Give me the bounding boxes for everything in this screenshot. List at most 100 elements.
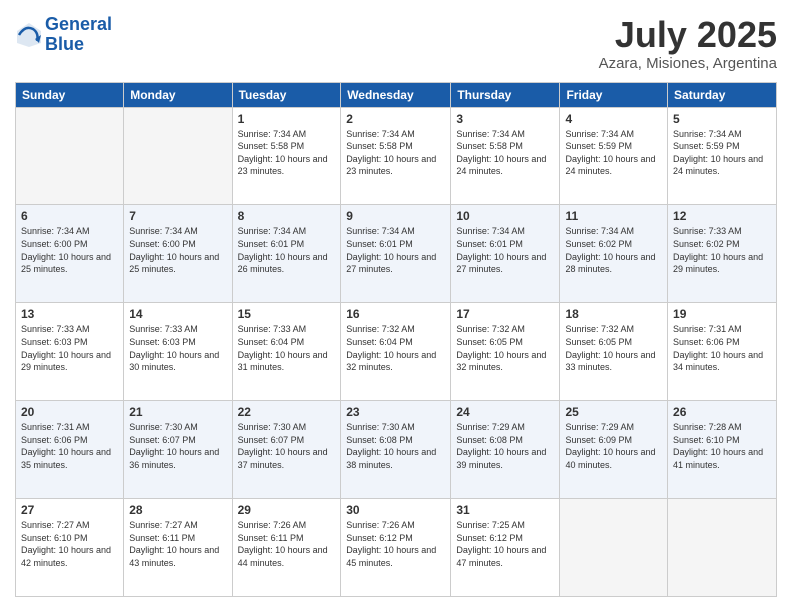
day-number: 12 (673, 209, 771, 223)
calendar-day-cell: 6 Sunrise: 7:34 AM Sunset: 6:00 PM Daylig… (16, 205, 124, 303)
calendar-day-cell: 28 Sunrise: 7:27 AM Sunset: 6:11 PM Dayli… (124, 499, 232, 597)
calendar-day-cell: 23 Sunrise: 7:30 AM Sunset: 6:08 PM Dayli… (341, 401, 451, 499)
day-info: Sunrise: 7:34 AM Sunset: 6:01 PM Dayligh… (238, 225, 336, 275)
calendar-day-cell: 14 Sunrise: 7:33 AM Sunset: 6:03 PM Dayli… (124, 303, 232, 401)
day-number: 4 (565, 112, 662, 126)
calendar-day-cell: 9 Sunrise: 7:34 AM Sunset: 6:01 PM Daylig… (341, 205, 451, 303)
calendar-day-cell: 1 Sunrise: 7:34 AM Sunset: 5:58 PM Daylig… (232, 107, 341, 205)
day-number: 10 (456, 209, 554, 223)
calendar-week-row: 20 Sunrise: 7:31 AM Sunset: 6:06 PM Dayli… (16, 401, 777, 499)
day-number: 3 (456, 112, 554, 126)
calendar-day-cell: 4 Sunrise: 7:34 AM Sunset: 5:59 PM Daylig… (560, 107, 668, 205)
day-info: Sunrise: 7:34 AM Sunset: 6:00 PM Dayligh… (129, 225, 226, 275)
day-info: Sunrise: 7:32 AM Sunset: 6:04 PM Dayligh… (346, 323, 445, 373)
calendar-day-cell: 25Sunrise: 7:29 AM Sunset: 6:09 PM Dayli… (560, 401, 668, 499)
day-number: 18 (565, 307, 662, 321)
day-number: 15 (238, 307, 336, 321)
logo-line1: General (45, 14, 112, 34)
day-info: Sunrise: 7:34 AM Sunset: 5:58 PM Dayligh… (346, 128, 445, 178)
main-title: July 2025 (599, 15, 777, 55)
day-info: Sunrise: 7:27 AM Sunset: 6:11 PM Dayligh… (129, 519, 226, 569)
day-number: 6 (21, 209, 118, 223)
calendar-day-cell: 8 Sunrise: 7:34 AM Sunset: 6:01 PM Daylig… (232, 205, 341, 303)
calendar-day-header: Sunday (16, 82, 124, 107)
day-info: Sunrise: 7:34 AM Sunset: 5:58 PM Dayligh… (456, 128, 554, 178)
day-number: 2 (346, 112, 445, 126)
calendar-day-cell (124, 107, 232, 205)
day-info: Sunrise: 7:33 AM Sunset: 6:03 PM Dayligh… (129, 323, 226, 373)
day-info: Sunrise: 7:26 AM Sunset: 6:12 PM Dayligh… (346, 519, 445, 569)
day-number: 13 (21, 307, 118, 321)
calendar-day-header: Wednesday (341, 82, 451, 107)
day-info: Sunrise: 7:25 AM Sunset: 6:12 PM Dayligh… (456, 519, 554, 569)
calendar-day-cell: 30Sunrise: 7:26 AM Sunset: 6:12 PM Dayli… (341, 499, 451, 597)
day-info: Sunrise: 7:34 AM Sunset: 6:02 PM Dayligh… (565, 225, 662, 275)
day-number: 20 (21, 405, 118, 419)
calendar-day-cell: 26Sunrise: 7:28 AM Sunset: 6:10 PM Dayli… (668, 401, 777, 499)
day-number: 19 (673, 307, 771, 321)
calendar-day-cell: 31Sunrise: 7:25 AM Sunset: 6:12 PM Dayli… (451, 499, 560, 597)
day-info: Sunrise: 7:26 AM Sunset: 6:11 PM Dayligh… (238, 519, 336, 569)
calendar-day-header: Saturday (668, 82, 777, 107)
day-info: Sunrise: 7:33 AM Sunset: 6:02 PM Dayligh… (673, 225, 771, 275)
day-number: 9 (346, 209, 445, 223)
page: General Blue July 2025 Azara, Misiones, … (0, 0, 792, 612)
calendar-day-cell: 5 Sunrise: 7:34 AM Sunset: 5:59 PM Daylig… (668, 107, 777, 205)
day-number: 11 (565, 209, 662, 223)
calendar-day-cell: 16Sunrise: 7:32 AM Sunset: 6:04 PM Dayli… (341, 303, 451, 401)
calendar-day-cell: 11 Sunrise: 7:34 AM Sunset: 6:02 PM Dayli… (560, 205, 668, 303)
day-info: Sunrise: 7:28 AM Sunset: 6:10 PM Dayligh… (673, 421, 771, 471)
day-number: 17 (456, 307, 554, 321)
day-info: Sunrise: 7:34 AM Sunset: 5:59 PM Dayligh… (673, 128, 771, 178)
day-info: Sunrise: 7:31 AM Sunset: 6:06 PM Dayligh… (673, 323, 771, 373)
calendar-day-header: Friday (560, 82, 668, 107)
day-info: Sunrise: 7:34 AM Sunset: 6:00 PM Dayligh… (21, 225, 118, 275)
day-info: Sunrise: 7:34 AM Sunset: 6:01 PM Dayligh… (346, 225, 445, 275)
day-info: Sunrise: 7:31 AM Sunset: 6:06 PM Dayligh… (21, 421, 118, 471)
calendar-week-row: 13 Sunrise: 7:33 AM Sunset: 6:03 PM Dayli… (16, 303, 777, 401)
calendar-header-row: SundayMondayTuesdayWednesdayThursdayFrid… (16, 82, 777, 107)
day-info: Sunrise: 7:32 AM Sunset: 6:05 PM Dayligh… (456, 323, 554, 373)
day-info: Sunrise: 7:33 AM Sunset: 6:04 PM Dayligh… (238, 323, 336, 373)
header: General Blue July 2025 Azara, Misiones, … (15, 15, 777, 72)
calendar-day-cell: 22Sunrise: 7:30 AM Sunset: 6:07 PM Dayli… (232, 401, 341, 499)
day-info: Sunrise: 7:34 AM Sunset: 5:58 PM Dayligh… (238, 128, 336, 178)
calendar-day-header: Monday (124, 82, 232, 107)
day-number: 28 (129, 503, 226, 517)
day-number: 25 (565, 405, 662, 419)
day-info: Sunrise: 7:34 AM Sunset: 5:59 PM Dayligh… (565, 128, 662, 178)
logo-text: General Blue (45, 15, 112, 55)
calendar-day-cell: 29 Sunrise: 7:26 AM Sunset: 6:11 PM Dayli… (232, 499, 341, 597)
day-number: 22 (238, 405, 336, 419)
calendar-week-row: 1 Sunrise: 7:34 AM Sunset: 5:58 PM Daylig… (16, 107, 777, 205)
subtitle: Azara, Misiones, Argentina (599, 55, 777, 72)
calendar-day-cell: 17 Sunrise: 7:32 AM Sunset: 6:05 PM Dayli… (451, 303, 560, 401)
calendar-day-cell: 24Sunrise: 7:29 AM Sunset: 6:08 PM Dayli… (451, 401, 560, 499)
calendar-day-cell: 18 Sunrise: 7:32 AM Sunset: 6:05 PM Dayli… (560, 303, 668, 401)
day-info: Sunrise: 7:33 AM Sunset: 6:03 PM Dayligh… (21, 323, 118, 373)
day-number: 14 (129, 307, 226, 321)
day-number: 23 (346, 405, 445, 419)
day-info: Sunrise: 7:30 AM Sunset: 6:07 PM Dayligh… (129, 421, 226, 471)
day-number: 27 (21, 503, 118, 517)
calendar-day-cell: 10Sunrise: 7:34 AM Sunset: 6:01 PM Dayli… (451, 205, 560, 303)
day-info: Sunrise: 7:29 AM Sunset: 6:08 PM Dayligh… (456, 421, 554, 471)
day-number: 8 (238, 209, 336, 223)
calendar-day-cell: 2 Sunrise: 7:34 AM Sunset: 5:58 PM Daylig… (341, 107, 451, 205)
day-info: Sunrise: 7:32 AM Sunset: 6:05 PM Dayligh… (565, 323, 662, 373)
calendar-day-cell: 15 Sunrise: 7:33 AM Sunset: 6:04 PM Dayli… (232, 303, 341, 401)
day-number: 1 (238, 112, 336, 126)
day-number: 5 (673, 112, 771, 126)
logo: General Blue (15, 15, 112, 55)
day-number: 7 (129, 209, 226, 223)
day-info: Sunrise: 7:30 AM Sunset: 6:08 PM Dayligh… (346, 421, 445, 471)
calendar-day-cell (668, 499, 777, 597)
day-number: 21 (129, 405, 226, 419)
calendar-day-cell: 3 Sunrise: 7:34 AM Sunset: 5:58 PM Daylig… (451, 107, 560, 205)
calendar-table: SundayMondayTuesdayWednesdayThursdayFrid… (15, 82, 777, 597)
logo-icon (15, 21, 43, 49)
day-number: 29 (238, 503, 336, 517)
calendar-day-cell: 12 Sunrise: 7:33 AM Sunset: 6:02 PM Dayli… (668, 205, 777, 303)
calendar-day-header: Tuesday (232, 82, 341, 107)
calendar-day-cell: 7 Sunrise: 7:34 AM Sunset: 6:00 PM Daylig… (124, 205, 232, 303)
